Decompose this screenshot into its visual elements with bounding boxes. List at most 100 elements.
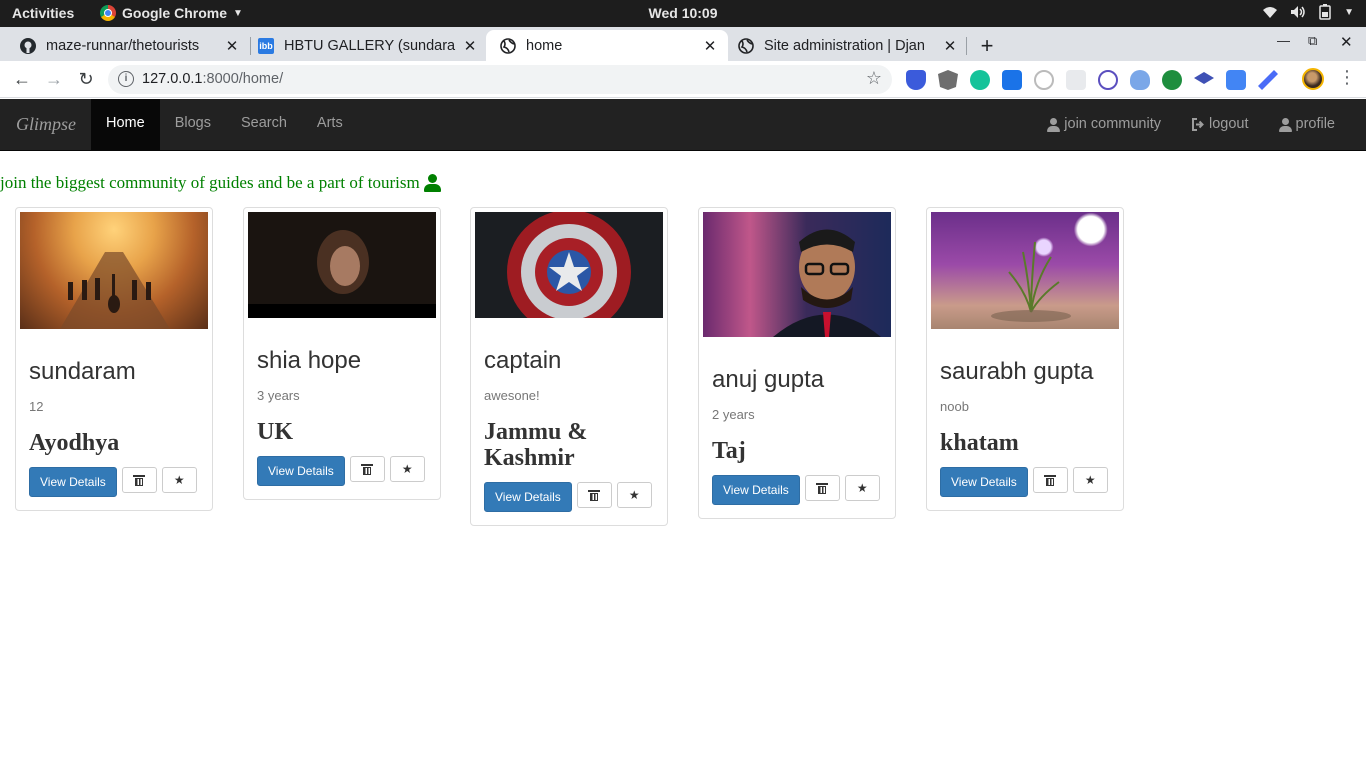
nav-profile[interactable]: profile (1264, 99, 1351, 150)
chevron-down-icon: ▼ (233, 7, 243, 19)
tab-hbtu-gallery[interactable]: ibb HBTU GALLERY (sundaram ✕ (244, 30, 488, 61)
activities-button[interactable]: Activities (12, 5, 74, 21)
tab-divider (966, 37, 967, 55)
delete-button[interactable] (349, 456, 385, 482)
nav-search[interactable]: Search (226, 99, 302, 150)
url-text: 127.0.0.1:8000/home/ (142, 71, 283, 87)
window-close-button[interactable]: ✕ (1340, 33, 1353, 51)
nav-arts[interactable]: Arts (302, 99, 358, 150)
guide-experience: noob (940, 399, 969, 414)
favorite-button[interactable]: ★ (1072, 467, 1108, 493)
tab-home[interactable]: home ✕ (486, 30, 728, 61)
star-icon: ★ (628, 488, 640, 502)
more-menu-icon[interactable]: ⋮ (1338, 67, 1356, 88)
extension-grid-icon[interactable] (1066, 70, 1086, 90)
extension-flask-icon[interactable] (1130, 70, 1150, 90)
extension-network-icon[interactable] (1098, 70, 1118, 90)
logout-icon (1191, 118, 1204, 131)
forward-button[interactable]: → (42, 67, 66, 91)
globe-icon (500, 37, 516, 54)
view-details-button[interactable]: View Details (940, 467, 1028, 497)
trash-icon (816, 482, 829, 494)
card-caption: sundaram 12 Ayodhya View Details ★ (20, 329, 208, 506)
close-icon[interactable]: ✕ (702, 37, 718, 55)
plant-image (991, 241, 1071, 322)
new-tab-button[interactable]: + (976, 33, 998, 59)
nav-profile-label: profile (1295, 116, 1336, 132)
guide-experience: 3 years (257, 388, 300, 403)
info-icon[interactable]: i (118, 71, 134, 87)
nav-right-links: join community logout profile (1032, 99, 1350, 150)
extension-graduation-icon[interactable] (1194, 72, 1214, 84)
community-tagline[interactable]: join the biggest community of guides and… (0, 173, 441, 193)
profile-avatar[interactable] (1302, 68, 1324, 90)
extension-calendar-icon[interactable] (1002, 70, 1022, 90)
nav-blogs[interactable]: Blogs (160, 99, 226, 150)
extension-angular-icon[interactable] (938, 70, 958, 90)
ibb-icon: ibb (258, 37, 274, 54)
extension-grammarly-icon[interactable] (970, 70, 990, 90)
extension-translate-icon[interactable] (1226, 70, 1246, 90)
delete-button[interactable] (576, 482, 612, 508)
extension-feather-icon[interactable] (1258, 70, 1278, 90)
portrait-image (773, 229, 881, 337)
card-caption: saurabh gupta noob khatam View Details ★ (931, 329, 1119, 506)
card-thumbnail (703, 212, 891, 337)
trash-icon (1044, 474, 1057, 486)
close-icon[interactable]: ✕ (224, 37, 240, 55)
close-icon[interactable]: ✕ (942, 37, 958, 55)
delete-button[interactable] (121, 467, 157, 493)
user-icon (1047, 117, 1061, 132)
guide-card: captain awesone! Jammu & Kashmir View De… (470, 207, 668, 526)
view-details-button[interactable]: View Details (257, 456, 345, 486)
extension-globe-icon[interactable] (1162, 70, 1182, 90)
card-thumbnail (475, 210, 663, 334)
app-menu[interactable]: Google Chrome ▼ (100, 5, 243, 21)
nav-join-community[interactable]: join community (1032, 99, 1176, 150)
star-icon: ★ (1084, 473, 1096, 487)
trash-icon (361, 463, 374, 475)
chevron-down-icon: ▼ (1344, 6, 1354, 18)
view-details-button[interactable]: View Details (484, 482, 572, 512)
address-bar[interactable]: i 127.0.0.1:8000/home/ ☆ (108, 65, 892, 94)
reload-button[interactable]: ↻ (74, 67, 98, 91)
minimize-button[interactable]: — (1277, 33, 1290, 48)
tab-site-admin[interactable]: Site administration | Djan ✕ (724, 30, 968, 61)
nav-home[interactable]: Home (91, 99, 160, 150)
favorite-button[interactable]: ★ (161, 467, 197, 493)
favorite-button[interactable]: ★ (389, 456, 425, 482)
extension-timer-icon[interactable] (1034, 70, 1054, 90)
tagline-text: join the biggest community of guides and… (0, 173, 420, 192)
back-button[interactable]: ← (10, 67, 34, 91)
card-caption: captain awesone! Jammu & Kashmir View De… (475, 318, 663, 521)
guide-place: Jammu & Kashmir (484, 419, 588, 471)
tab-label: HBTU GALLERY (sundaram (284, 37, 456, 54)
guide-name: shia hope (257, 347, 362, 374)
star-icon: ★ (856, 481, 868, 495)
system-tray[interactable]: ▼ (1262, 4, 1354, 20)
nav-logout[interactable]: logout (1176, 99, 1264, 150)
guide-place: Taj (712, 438, 746, 464)
delete-button[interactable] (1032, 467, 1068, 493)
tab-github[interactable]: maze-runnar/thetourists ✕ (6, 30, 250, 61)
extension-shield-icon[interactable] (906, 70, 926, 90)
restore-button[interactable]: ⧉ (1308, 33, 1317, 49)
user-icon (1278, 117, 1292, 132)
close-icon[interactable]: ✕ (462, 37, 478, 55)
delete-button[interactable] (804, 475, 840, 501)
view-details-button[interactable]: View Details (712, 475, 800, 505)
favorite-button[interactable]: ★ (844, 475, 880, 501)
card-caption: anuj gupta 2 years Taj View Details ★ (703, 337, 891, 514)
card-thumbnail (931, 212, 1119, 329)
trash-icon (133, 474, 146, 486)
app-name: Google Chrome (122, 5, 228, 21)
favorite-button[interactable]: ★ (616, 482, 652, 508)
tab-label: home (526, 37, 563, 54)
view-details-button[interactable]: View Details (29, 467, 117, 497)
card-actions: View Details ★ (712, 475, 882, 505)
bookmark-star-icon[interactable]: ☆ (866, 68, 882, 89)
brand-logo[interactable]: Glimpse (16, 114, 76, 135)
guide-place: khatam (940, 430, 1019, 456)
guide-name: captain (484, 347, 562, 374)
card-caption: shia hope 3 years UK View Details ★ (248, 318, 436, 495)
